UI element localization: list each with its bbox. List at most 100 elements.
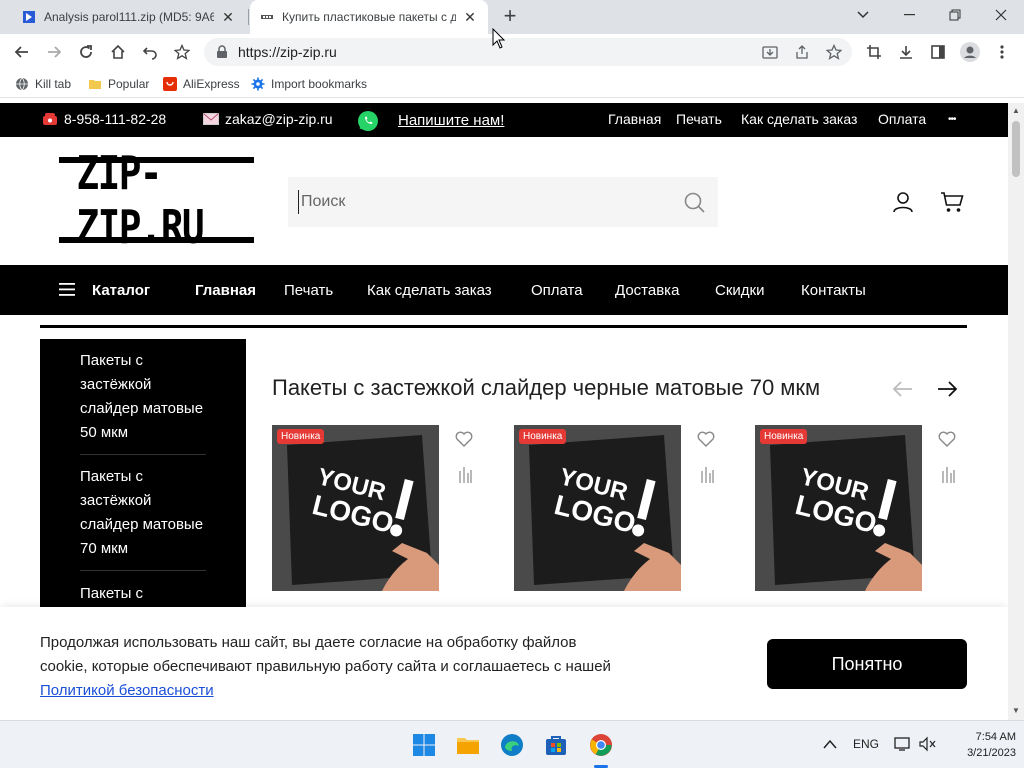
bookmark-aliexpress[interactable]: AliExpress	[163, 76, 240, 92]
minimize-button[interactable]	[886, 0, 932, 30]
windows-taskbar: ENG 7:54 AM 3/21/2023	[0, 720, 1024, 768]
system-clock[interactable]: 7:54 AM 3/21/2023	[940, 729, 1016, 761]
envelope-icon	[203, 113, 219, 125]
edge-browser-icon[interactable]	[500, 733, 524, 757]
search-icon[interactable]	[684, 192, 706, 214]
carousel-prev-arrow-icon[interactable]	[891, 377, 915, 401]
home-icon[interactable]	[106, 40, 130, 64]
cookie-accept-button[interactable]: Понятно	[767, 639, 967, 689]
bookmark-popular[interactable]: Popular	[88, 76, 149, 92]
write-us-link[interactable]: Напишите нам!	[398, 112, 504, 129]
nav-how-to-order[interactable]: Как сделать заказ	[367, 282, 492, 299]
file-explorer-icon[interactable]	[456, 733, 480, 757]
chrome-icon[interactable]	[589, 733, 613, 757]
tab-search-chevron-icon[interactable]	[840, 0, 886, 30]
back-icon[interactable]	[10, 40, 34, 64]
nav-payment[interactable]: Оплата	[531, 282, 583, 299]
tab-close-icon[interactable]: ✕	[220, 9, 236, 25]
star-icon[interactable]	[826, 44, 842, 60]
mouse-cursor-icon	[492, 28, 506, 49]
top-link-payment[interactable]: Оплата	[878, 111, 926, 127]
bookmark-star-icon[interactable]	[170, 40, 194, 64]
top-link-print[interactable]: Печать	[676, 111, 722, 127]
heart-icon[interactable]	[697, 431, 715, 447]
top-link-home[interactable]: Главная	[608, 111, 661, 127]
cookie-text: Продолжая использовать наш сайт, вы дает…	[40, 631, 620, 703]
email-link[interactable]: zakaz@zip-zip.ru	[203, 111, 333, 127]
nav-home[interactable]: Главная	[195, 282, 256, 299]
email-address: zakaz@zip-zip.ru	[225, 111, 333, 127]
hamburger-menu-icon[interactable]	[59, 283, 75, 296]
whatsapp-icon[interactable]	[357, 110, 379, 132]
user-icon[interactable]	[892, 191, 914, 213]
nav-print[interactable]: Печать	[284, 282, 333, 299]
product-image[interactable]: YOUR LOGO	[755, 425, 922, 591]
zipzip-favicon-icon	[261, 15, 273, 19]
address-bar[interactable]: https://zip-zip.ru	[204, 38, 852, 66]
lock-icon[interactable]	[216, 45, 228, 59]
tab-close-icon[interactable]: ✕	[462, 9, 478, 25]
sidebar-item-70mkm[interactable]: Пакеты с застёжкой слайдер матовые 70 мк…	[80, 465, 208, 561]
close-window-button[interactable]	[978, 0, 1024, 30]
windows-start-icon[interactable]	[412, 733, 436, 757]
sidebar-item-50mkm[interactable]: Пакеты с застёжкой слайдер матовые 50 мк…	[80, 349, 208, 445]
cart-icon[interactable]	[940, 191, 964, 213]
compare-icon[interactable]	[700, 467, 714, 483]
scroll-up-icon[interactable]: ▲	[1012, 106, 1020, 115]
top-contact-strip: 8-958-111-82-28 zakaz@zip-zip.ru Напишит…	[0, 103, 1008, 137]
side-panel-icon[interactable]	[926, 40, 950, 64]
more-links-icon[interactable]: •••	[948, 114, 956, 125]
product-card[interactable]: YOUR LOGO Новинка	[755, 425, 965, 605]
page-scrollbar[interactable]: ▲ ▼	[1008, 103, 1024, 720]
tab-zipzip[interactable]: Купить пластиковые пакеты с д ✕	[250, 0, 488, 34]
search-input[interactable]	[298, 190, 658, 214]
download-icon[interactable]	[894, 40, 918, 64]
menu-kebab-icon[interactable]	[990, 40, 1014, 64]
product-image[interactable]: YOUR LOGO	[272, 425, 439, 591]
top-link-how-to-order[interactable]: Как сделать заказ	[741, 111, 857, 127]
bookmark-kill-tab[interactable]: Kill tab	[15, 76, 71, 92]
clock-date: 3/21/2023	[967, 747, 1016, 759]
sidebar-item-3[interactable]: Пакеты с	[80, 582, 208, 606]
browser-toolbar: https://zip-zip.ru	[0, 34, 1024, 70]
share-icon[interactable]	[794, 44, 810, 60]
volume-muted-icon[interactable]	[918, 736, 936, 752]
privacy-policy-link[interactable]: Политикой безопасности	[40, 682, 214, 699]
undo-icon[interactable]	[138, 40, 162, 64]
install-app-icon[interactable]	[762, 44, 778, 60]
product-image[interactable]: YOUR LOGO	[514, 425, 681, 591]
nav-catalog[interactable]: Каталог	[92, 282, 150, 299]
scroll-down-icon[interactable]: ▼	[1012, 706, 1020, 715]
heart-icon[interactable]	[938, 431, 956, 447]
tray-chevron-up-icon[interactable]	[823, 739, 837, 749]
crop-icon[interactable]	[862, 40, 886, 64]
url-text[interactable]: https://zip-zip.ru	[238, 44, 337, 60]
scrollbar-thumb[interactable]	[1012, 121, 1020, 177]
heart-icon[interactable]	[455, 431, 473, 447]
phone-number: 8-958-111-82-28	[64, 111, 167, 127]
language-indicator[interactable]: ENG	[853, 737, 879, 751]
bookmark-import[interactable]: Import bookmarks	[251, 76, 367, 92]
cookie-message: Продолжая использовать наш сайт, вы дает…	[40, 634, 611, 675]
microsoft-store-icon[interactable]	[544, 733, 568, 757]
new-tab-button[interactable]: +	[498, 5, 522, 29]
network-icon[interactable]	[894, 736, 912, 752]
anyrun-favicon-icon	[23, 11, 35, 23]
forward-icon[interactable]	[42, 40, 66, 64]
compare-icon[interactable]	[941, 467, 955, 483]
product-card[interactable]: YOUR LOGO Новинка	[272, 425, 482, 605]
tab-analysis[interactable]: Analysis parol111.zip (MD5: 9A6C ✕	[12, 0, 246, 34]
nav-discounts[interactable]: Скидки	[715, 282, 764, 299]
profile-avatar-icon[interactable]	[958, 40, 982, 64]
section-title: Пакеты с застежкой слайдер черные матовы…	[272, 375, 821, 400]
nav-delivery[interactable]: Доставка	[615, 282, 679, 299]
restore-button[interactable]	[932, 0, 978, 30]
nav-contacts[interactable]: Контакты	[801, 282, 866, 299]
reload-icon[interactable]	[74, 40, 98, 64]
phone-link[interactable]: 8-958-111-82-28	[42, 111, 166, 127]
product-card[interactable]: YOUR LOGO Новинка	[514, 425, 724, 605]
compare-icon[interactable]	[458, 467, 472, 483]
aliexpress-icon	[163, 77, 177, 91]
carousel-next-arrow-icon[interactable]	[935, 377, 959, 401]
site-logo[interactable]: ZIP-ZIP.RU	[59, 146, 254, 254]
